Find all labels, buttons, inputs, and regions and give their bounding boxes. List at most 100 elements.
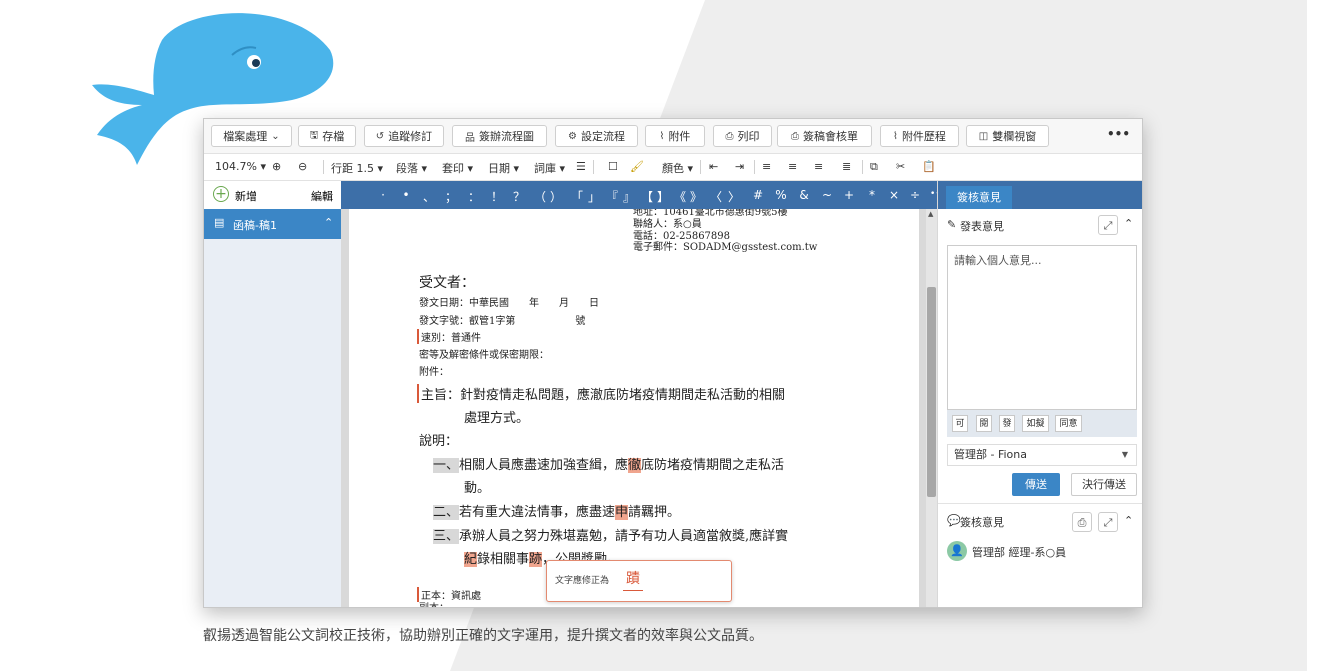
print-label: 列印 (737, 130, 760, 143)
chevron-up-icon[interactable]: ⌃ (1124, 514, 1133, 527)
print-button[interactable]: ⎙ 列印 (713, 125, 772, 147)
symbol-button[interactable]: ： (464, 188, 484, 205)
doc-speed: 速別：普通件 (417, 329, 481, 344)
align-justify-icon[interactable]: ≣ (842, 160, 851, 173)
send-button[interactable]: 傳送 (1012, 473, 1060, 496)
chevron-up-icon[interactable]: ⌃ (1124, 217, 1133, 230)
quick-phrase-button[interactable]: 同意 (1055, 415, 1082, 432)
paperclip-icon: ⌇ (659, 130, 665, 142)
symbol-button[interactable]: * (862, 188, 882, 202)
paste-icon[interactable]: 📋 (922, 160, 936, 173)
line-spacing-select[interactable]: 行距 1.5 ▾ (331, 160, 383, 176)
scroll-up-icon[interactable]: ▲ (928, 210, 933, 218)
quick-phrase-button[interactable]: 可 (952, 415, 968, 432)
symbol-button[interactable]: 」 (584, 188, 604, 205)
print-icon: ⎙ (791, 130, 799, 142)
item-number: 三、 (433, 529, 460, 544)
scrollbar-thumb[interactable] (927, 287, 936, 497)
paragraph-select[interactable]: 段落 ▾ (396, 160, 427, 176)
symbol-bar: · • 、 ； ： ！ ？ （ ） 「 」 『 』 【 】 《 》 〈 〉 # … (341, 181, 946, 209)
dictionary-select[interactable]: 詞庫 ▾ (534, 160, 565, 176)
add-icon[interactable]: + (213, 186, 229, 202)
flowchart-label: 簽辦流程圖 (479, 130, 534, 143)
review-sheet-label: 簽稿會核單 (803, 130, 858, 143)
list-icon[interactable]: ☰ (576, 160, 586, 173)
avatar: 👤 (947, 541, 967, 561)
track-changes-label: 追蹤修訂 (388, 130, 433, 143)
set-flow-button[interactable]: ⚙ 設定流程 (555, 125, 638, 147)
symbol-button[interactable]: × (884, 188, 904, 202)
zoom-in-icon[interactable]: ⊕ (272, 160, 281, 173)
send-decision-button[interactable]: 決行傳送 (1071, 473, 1137, 496)
symbol-button[interactable]: ~ (817, 188, 837, 202)
date-select[interactable]: 日期 ▾ (488, 160, 519, 176)
doc-item-2: 二、若有重大違法情事，應盡速申請羈押。 (433, 501, 680, 520)
comment-icon[interactable]: ☐ (608, 160, 618, 173)
symbol-button[interactable]: ） (546, 188, 566, 205)
symbol-button[interactable]: • (396, 188, 416, 202)
zoom-out-icon[interactable]: ⊖ (298, 160, 307, 173)
symbol-button[interactable]: % (771, 188, 791, 202)
correction-suggestion[interactable]: 蹟 (623, 568, 643, 591)
dual-view-button[interactable]: ◫ 雙欄視窗 (966, 125, 1049, 147)
typo-highlight[interactable]: 跡 (529, 552, 543, 567)
review-panel: 簽核意見 ✎ 發表意見 ⤢ ⌃ 請輸入個人意見... 可 閱 發 如擬 同意 管… (937, 181, 1142, 607)
cut-icon[interactable]: ✂ (896, 160, 905, 173)
edit-button[interactable]: 編輯 (311, 188, 333, 204)
opinion-input[interactable]: 請輸入個人意見... (947, 245, 1137, 410)
expand-icon[interactable]: ⤢ (1098, 512, 1118, 532)
symbol-button[interactable]: # (748, 188, 768, 202)
track-changes-button[interactable]: ↺ 追蹤修訂 (364, 125, 444, 147)
typo-highlight[interactable]: 申 (615, 505, 629, 520)
save-button[interactable]: 🖫 存檔 (298, 125, 356, 147)
more-menu-icon[interactable]: ••• (1107, 127, 1130, 141)
symbol-button[interactable]: ； (441, 188, 461, 205)
symbol-button[interactable]: · (373, 188, 393, 202)
zoom-select[interactable]: 104.7% ▾ (215, 160, 266, 173)
outdent-icon[interactable]: ⇤ (709, 160, 718, 173)
symbol-button[interactable]: ！ (487, 188, 507, 205)
color-select[interactable]: 顏色 ▾ (662, 160, 693, 176)
align-center-icon[interactable]: ≡ (788, 160, 797, 173)
print-icon[interactable]: ⎙ (1072, 512, 1092, 532)
align-right-icon[interactable]: ≡ (814, 160, 823, 173)
sitemap-icon: 品 (465, 132, 475, 144)
add-button[interactable]: 新增 (235, 188, 257, 204)
typo-highlight[interactable]: 紀 (464, 552, 478, 567)
opinion-entry: 👤 管理部 經理-系○員 (938, 539, 1142, 567)
quick-phrase-button[interactable]: 發 (999, 415, 1015, 432)
item-text: 若有重大違法情事，應盡速 (459, 505, 616, 520)
attachment-history-button[interactable]: ⌇ 附件歷程 (880, 125, 959, 147)
doc-cc-copy: 副本： (419, 599, 449, 607)
symbol-button[interactable]: 、 (419, 188, 439, 205)
symbol-button[interactable]: 』 (619, 188, 639, 205)
quick-phrase-button[interactable]: 如擬 (1022, 415, 1049, 432)
expand-icon[interactable]: ⤢ (1098, 215, 1118, 235)
indent-icon[interactable]: ⇥ (735, 160, 744, 173)
symbol-button[interactable]: 〈 (706, 188, 726, 205)
flowchart-button[interactable]: 品簽辦流程圖 (452, 125, 547, 147)
symbol-button[interactable]: 〉 (724, 188, 744, 205)
attachment-button[interactable]: ⌇ 附件 (645, 125, 705, 147)
chevron-up-icon[interactable]: ⌃ (324, 216, 333, 229)
symbol-button[interactable]: ？ (509, 188, 529, 205)
symbol-button[interactable]: + (839, 188, 859, 202)
document-scrollbar[interactable]: ▲ (926, 209, 937, 607)
symbol-button[interactable]: ÷ (905, 188, 925, 202)
brush-icon[interactable]: 🖌 (630, 160, 644, 173)
document-page[interactable]: 地址：10461臺北市德惠街9號5樓 聯絡人：系○員 電話：02-2586789… (349, 209, 919, 607)
sidebar-item-draft[interactable]: ▤ 函稿-稿1 ⌃ (204, 209, 341, 239)
tab-review-opinions[interactable]: 簽核意見 (946, 186, 1012, 209)
symbol-button[interactable]: 》 (686, 188, 706, 205)
align-left-icon[interactable]: ≡ (762, 160, 771, 173)
copy-icon[interactable]: ⧉ (870, 160, 878, 174)
stamp-select[interactable]: 套印 ▾ (442, 160, 473, 176)
review-sheet-button[interactable]: ⎙ 簽稿會核單 (777, 125, 872, 147)
typo-highlight[interactable]: 徹 (628, 458, 642, 473)
quick-phrase-button[interactable]: 閱 (976, 415, 992, 432)
correction-popup[interactable]: 文字應修正為 蹟 (546, 560, 732, 602)
item-text: 錄相關事 (477, 552, 530, 567)
recipient-select[interactable]: 管理部 - Fiona ▼ (947, 444, 1137, 466)
symbol-button[interactable]: & (794, 188, 814, 202)
file-menu-button[interactable]: 檔案處理 ⌄ (211, 125, 292, 147)
